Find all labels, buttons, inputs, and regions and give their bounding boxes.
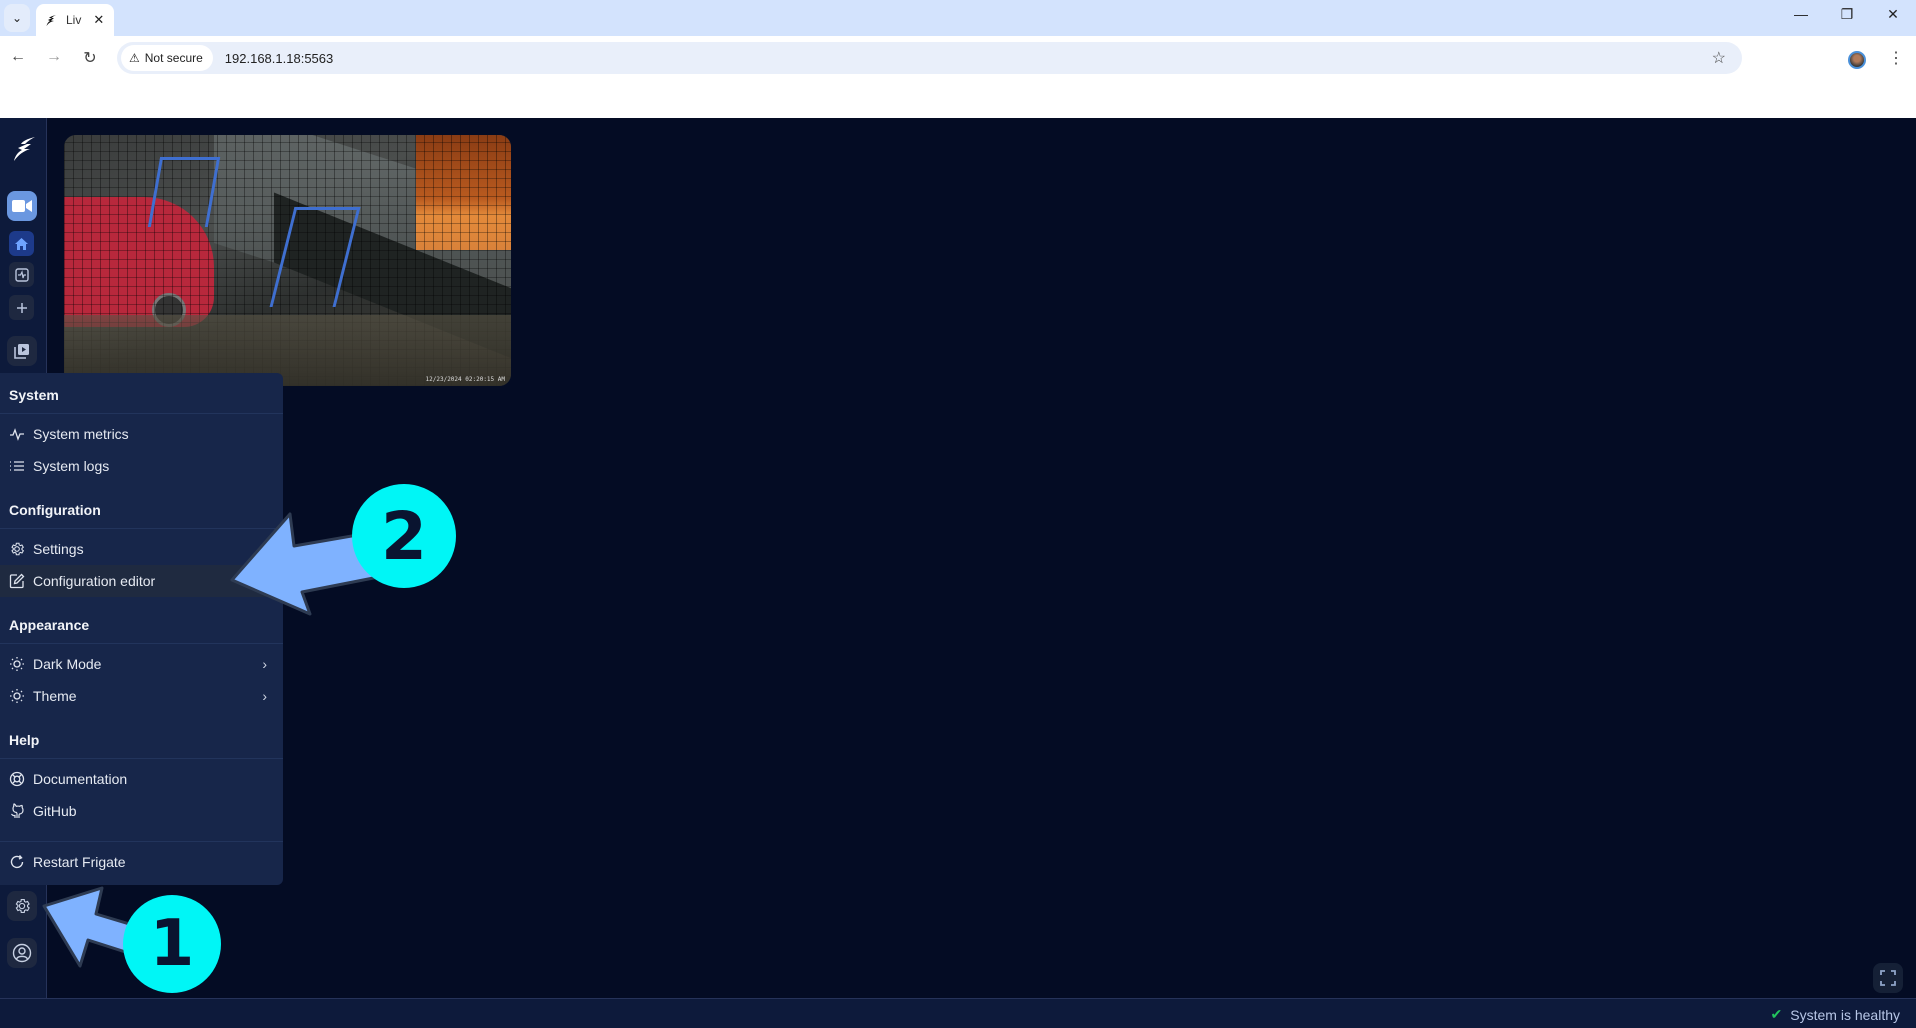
tab-list-button[interactable]: ⌄ [4, 4, 30, 32]
browser-tab-bar: ⌄ Liv ✕ — ❐ ✕ [0, 0, 1916, 36]
menu-item-label: GitHub [33, 803, 77, 819]
menu-item-github[interactable]: GitHub [0, 795, 283, 827]
annotation-badge-1: 1 [123, 895, 221, 993]
activity-line-icon [10, 428, 24, 441]
fullscreen-button[interactable] [1873, 963, 1903, 993]
reload-button[interactable]: ↻ [79, 48, 101, 68]
browser-menu-button[interactable]: ⋮ [1888, 48, 1904, 68]
camera-timestamp: 12/23/2024 02:20:15 AM [425, 376, 505, 383]
restore-button[interactable]: ❐ [1832, 6, 1862, 23]
sidebar-item-add[interactable] [9, 295, 34, 320]
fullscreen-icon [1880, 970, 1896, 986]
security-label: Not secure [144, 51, 203, 65]
menu-section-system: System [9, 387, 59, 403]
sun-icon [10, 657, 24, 671]
forward-button[interactable]: → [43, 48, 65, 66]
back-button[interactable]: ← [7, 48, 29, 66]
sidebar-item-activity[interactable] [9, 262, 34, 287]
menu-item-label: Dark Mode [33, 656, 102, 672]
menu-item-system-metrics[interactable]: System metrics [0, 418, 283, 450]
bookmark-star-icon[interactable]: ☆ [1712, 48, 1726, 68]
gear-icon [11, 542, 25, 556]
check-icon: ✔ [1770, 1006, 1783, 1022]
menu-item-theme[interactable]: Theme › [0, 680, 283, 712]
github-icon [11, 803, 24, 818]
menu-separator [0, 413, 283, 414]
menu-item-restart-frigate[interactable]: Restart Frigate [0, 846, 283, 878]
browser-toolbar: ← → ↻ ⚠ Not secure 192.168.1.18:5563 ☆ ⋮ [0, 36, 1916, 80]
sidebar-item-live[interactable] [7, 191, 37, 221]
user-circle-icon [12, 943, 32, 963]
menu-item-documentation[interactable]: Documentation [0, 763, 283, 795]
camera-blue-gate-2 [147, 157, 221, 227]
menu-item-label: Settings [33, 541, 84, 557]
lifebuoy-icon [9, 771, 25, 787]
frigate-logo-icon[interactable] [10, 134, 38, 162]
gear-icon [15, 898, 30, 914]
bookmark-bar [0, 80, 1916, 118]
menu-item-label: System logs [33, 458, 110, 474]
system-status: ✔ System is healthy [1771, 1006, 1900, 1023]
url-text[interactable]: 192.168.1.18:5563 [225, 51, 333, 66]
sun-icon [10, 689, 24, 703]
chevron-right-icon: › [262, 656, 267, 672]
menu-item-label: Documentation [33, 771, 128, 787]
status-text: System is healthy [1790, 1006, 1900, 1023]
menu-separator [0, 643, 283, 644]
menu-item-dark-mode[interactable]: Dark Mode › [0, 648, 283, 680]
menu-item-label: Configuration editor [33, 573, 156, 589]
activity-icon [14, 267, 29, 282]
menu-item-label: System metrics [33, 426, 129, 442]
menu-separator [0, 758, 283, 759]
chevron-down-icon: ⌄ [11, 11, 23, 25]
chevron-right-icon: › [262, 688, 267, 704]
menu-section-help: Help [9, 732, 40, 748]
video-camera-icon [12, 200, 32, 212]
camera-feed[interactable]: 12/23/2024 02:20:15 AM [64, 135, 511, 386]
list-icon [10, 461, 24, 471]
menu-item-system-logs[interactable]: System logs [0, 450, 283, 482]
address-bar[interactable]: ⚠ Not secure 192.168.1.18:5563 ☆ [117, 42, 1742, 74]
sidebar-item-playback[interactable] [7, 336, 37, 366]
settings-menu: System System metrics System logs Config… [0, 373, 283, 885]
close-window-button[interactable]: ✕ [1878, 6, 1908, 23]
browser-tab[interactable]: Liv ✕ [36, 4, 114, 36]
restart-icon [10, 855, 24, 869]
minimize-button[interactable]: — [1786, 6, 1816, 22]
menu-item-label: Restart Frigate [33, 854, 126, 870]
tab-close-button[interactable]: ✕ [93, 12, 104, 28]
menu-item-label: Theme [33, 688, 77, 704]
warning-triangle-icon: ⚠ [129, 51, 140, 65]
play-stack-icon [14, 344, 29, 359]
plus-icon [16, 302, 27, 313]
home-icon [15, 237, 28, 250]
security-chip[interactable]: ⚠ Not secure [121, 45, 213, 71]
menu-separator [0, 841, 283, 842]
settings-sidebar-button[interactable] [7, 891, 37, 921]
frigate-bird-icon [46, 15, 56, 26]
annotation-badge-2: 2 [352, 484, 456, 588]
sidebar-item-home[interactable] [9, 231, 34, 256]
edit-icon [9, 573, 25, 589]
status-bar: ✔ System is healthy [0, 998, 1916, 1028]
account-sidebar-button[interactable] [7, 938, 37, 968]
profile-avatar[interactable] [1848, 51, 1866, 69]
tab-title: Liv [66, 13, 82, 27]
